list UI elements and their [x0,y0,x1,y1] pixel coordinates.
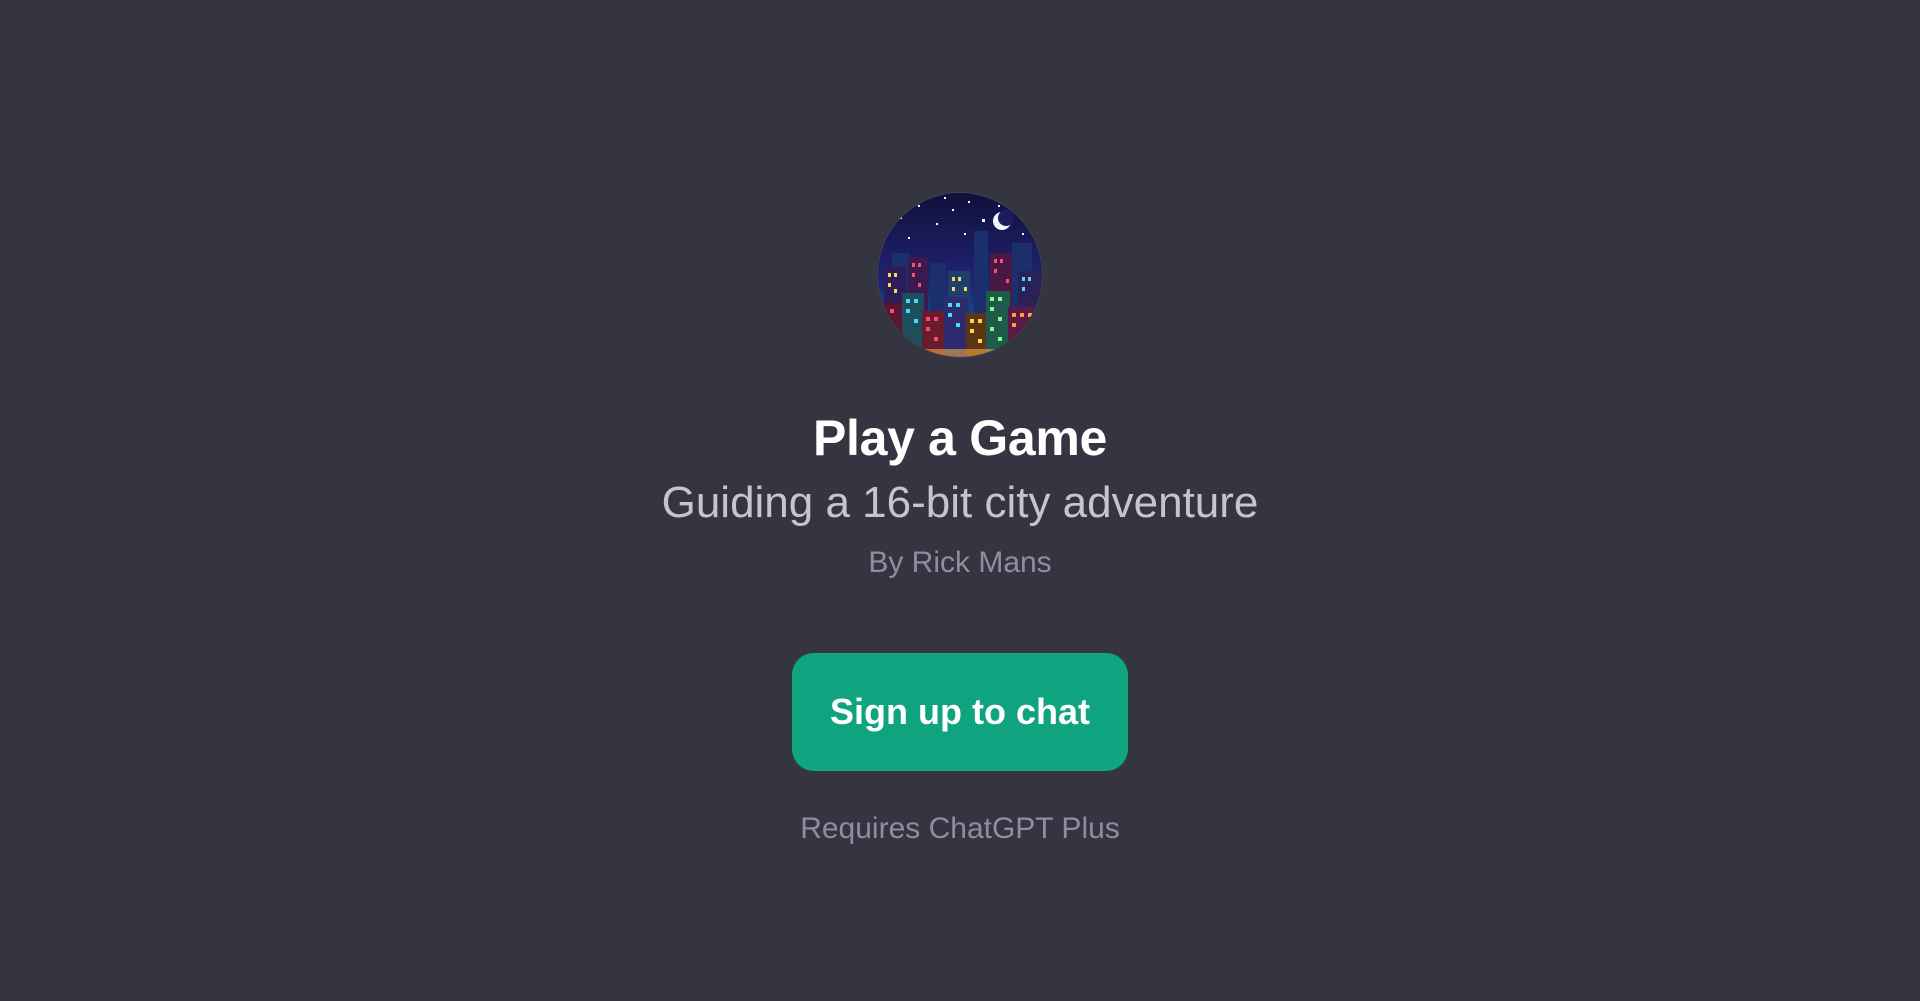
signup-button[interactable]: Sign up to chat [792,653,1128,771]
pixel-city-icon [878,193,1042,357]
gpt-title: Play a Game [812,410,1108,466]
gpt-landing-page: Play a Game Guiding a 16-bit city advent… [0,0,1920,1001]
plan-requirement-note: Requires ChatGPT Plus [800,812,1120,845]
signup-button-label: Sign up to chat [830,691,1090,732]
gpt-profile: Play a Game Guiding a 16-bit city advent… [0,193,1920,847]
gpt-author: By Rick Mans [868,546,1052,579]
gpt-description: Guiding a 16-bit city adventure [661,478,1259,527]
gpt-avatar [878,193,1042,357]
